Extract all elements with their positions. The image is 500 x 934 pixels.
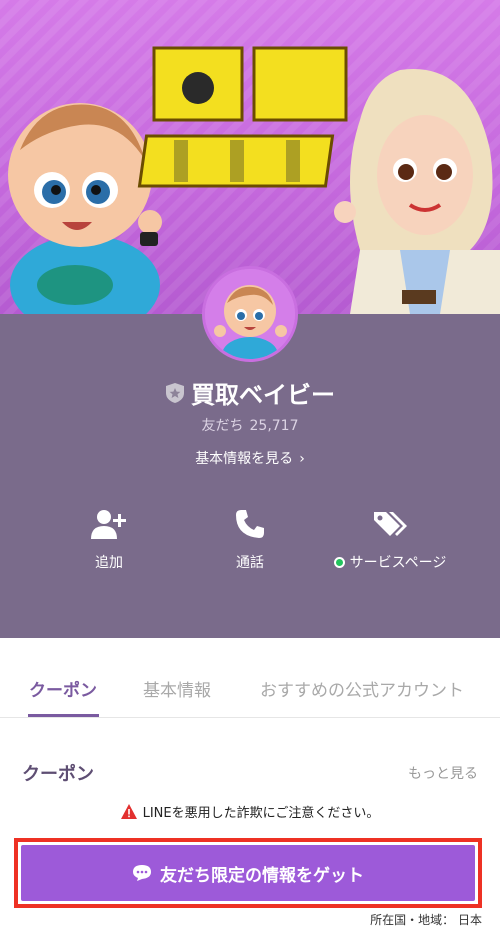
tab-basic-info[interactable]: 基本情報 [143,676,211,701]
tab-bar: クーポン 基本情報 おすすめの公式アカウント [0,638,500,718]
chat-bubble-icon [133,865,151,881]
phone-icon [236,510,264,538]
call-label: 通話 [236,555,264,571]
service-page-button[interactable]: サービスページ [325,500,455,572]
baby-boy-illustration [8,103,162,314]
cta-label: 友だち限定の情報をゲット [160,865,364,886]
profile-section [0,314,500,638]
get-friend-info-button[interactable]: 友だち限定の情報をゲット [21,845,475,901]
add-friend-label: 追加 [95,555,123,571]
account-name: 買取ベイビー [191,381,335,409]
friends-count: 25,717 [249,418,299,434]
tag-icon [374,512,407,536]
warning-icon [120,804,137,819]
basic-info-link-label: 基本情報を見る [195,451,294,467]
avatar-baby-image [205,269,295,359]
see-more-link[interactable]: もっと見る [408,763,478,783]
action-bar: 追加 通話 サービスページ [0,500,500,572]
add-friend-button[interactable]: 追加 [44,500,174,572]
verified-shield-icon [166,382,184,403]
account-name-row: 買取ベイビー [0,375,500,410]
chevron-right-icon: › [299,451,305,467]
tab-coupon[interactable]: クーポン [29,676,97,701]
basic-info-link[interactable]: 基本情報を見る › [0,448,500,468]
active-tab-indicator [28,714,99,717]
country-region-label: 所在国・地域： 日本 [370,913,482,927]
call-button[interactable]: 通話 [185,500,315,572]
friends-count-row: 友だち 25,717 [0,415,500,435]
highlight-frame: 友だち限定の情報をゲット [14,838,482,908]
tab-recommended-accounts[interactable]: おすすめの公式アカウント [260,676,464,701]
fraud-warning-text: LINEを悪用した詐欺にご注意ください。 [142,806,380,821]
avatar[interactable] [202,266,298,362]
coupon-section-title: クーポン [22,764,94,785]
fraud-warning: LINEを悪用した詐欺にご注意ください。 [0,802,500,821]
add-friend-icon [91,510,126,539]
online-status-dot [333,556,345,568]
friends-label: 友だち [201,418,244,434]
service-page-label: サービスページ [349,555,447,571]
